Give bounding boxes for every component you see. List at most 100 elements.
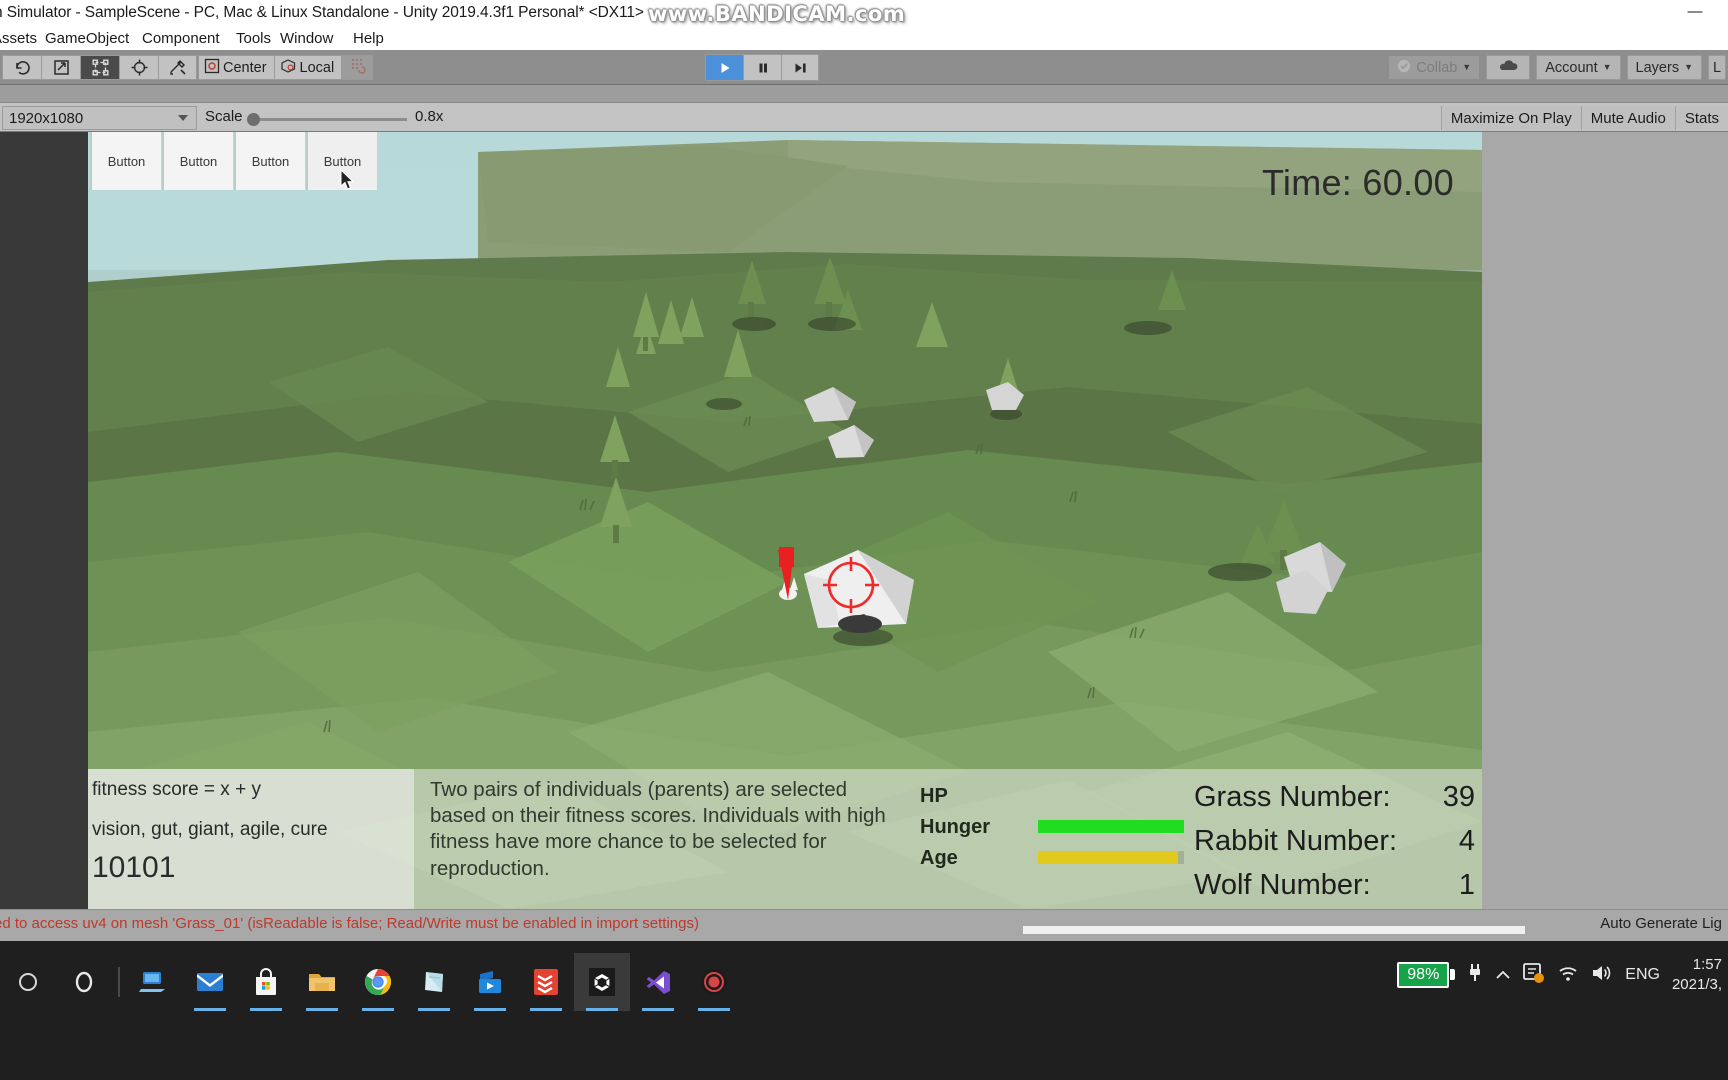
description-text: Two pairs of individuals (parents) are s… xyxy=(430,778,886,880)
running-indicator xyxy=(362,1008,394,1011)
transform-tools-group xyxy=(2,55,197,80)
layers-dropdown[interactable]: Layers ▼ xyxy=(1626,55,1702,80)
task-view-button[interactable] xyxy=(126,953,182,1011)
todoist-app[interactable] xyxy=(518,953,574,1011)
taskbar-divider xyxy=(118,967,120,997)
recording-app[interactable] xyxy=(686,953,742,1011)
language-indicator[interactable]: ENG xyxy=(1625,966,1660,984)
counter-label: Wolf Number: xyxy=(1194,869,1371,901)
grid-snapping-button[interactable] xyxy=(341,55,374,80)
chevron-down-icon: ▼ xyxy=(1462,62,1472,72)
start-button[interactable] xyxy=(0,953,56,1011)
window-minimize-button[interactable]: — xyxy=(1684,4,1706,20)
game-button-2[interactable]: Button xyxy=(162,132,233,190)
battery-indicator[interactable]: 98% xyxy=(1397,961,1456,988)
game-button-3[interactable]: Button xyxy=(234,132,305,190)
taskbar-icons xyxy=(0,953,742,1011)
volume-icon[interactable] xyxy=(1591,964,1613,985)
battery-percent: 98% xyxy=(1397,961,1450,988)
cloud-button[interactable] xyxy=(1486,55,1531,80)
auto-generate-lighting-label[interactable]: Auto Generate Lig xyxy=(1600,915,1722,932)
show-hidden-icons-chevron[interactable] xyxy=(1495,966,1511,984)
mute-audio-toggle[interactable]: Mute Audio xyxy=(1580,106,1675,130)
clock-date: 2021/3, xyxy=(1671,975,1722,993)
unity-app[interactable] xyxy=(574,953,630,1011)
stat-bar-fill xyxy=(1038,820,1184,833)
sticky-notes-app[interactable] xyxy=(406,953,462,1011)
bandicam-watermark: www.BANDICAM.com xyxy=(648,2,906,26)
system-tray: 98% ENG 1:57 2021/3, xyxy=(1397,955,1728,994)
menu-item-gameobject[interactable]: GameObject xyxy=(45,30,129,47)
running-indicator xyxy=(194,1008,226,1011)
layout-dropdown[interactable]: L xyxy=(1708,55,1726,80)
window-title: n Simulator - SampleScene - PC, Mac & Li… xyxy=(0,4,644,21)
stat-label: Age xyxy=(920,847,958,869)
scale-slider-track[interactable] xyxy=(252,118,407,121)
google-chrome-app[interactable] xyxy=(350,953,406,1011)
menu-item-assets[interactable]: Assets xyxy=(0,30,37,47)
resolution-dropdown[interactable]: 1920x1080 xyxy=(2,106,197,130)
time-display: Time: 60.00 xyxy=(1261,162,1454,203)
gene-names: vision, gut, giant, agile, cure xyxy=(92,819,328,840)
status-scrollbar[interactable] xyxy=(1023,926,1525,934)
counter-row: Wolf Number: 1 xyxy=(1194,869,1479,909)
menu-item-component[interactable]: Component xyxy=(142,30,220,47)
gene-code: 10101 xyxy=(92,851,176,884)
movies-tv-app[interactable] xyxy=(462,953,518,1011)
scale-slider-knob[interactable] xyxy=(247,113,260,126)
fitness-panel: fitness score = x + y vision, gut, giant… xyxy=(88,769,414,909)
chevron-down-icon xyxy=(178,115,188,121)
status-bar: ed to access uv4 on mesh 'Grass_01' (isR… xyxy=(0,909,1728,941)
stat-label: Hunger xyxy=(920,816,990,838)
microsoft-store-app[interactable] xyxy=(238,953,294,1011)
game-button-1[interactable]: Button xyxy=(90,132,161,190)
cloud-icon xyxy=(1497,59,1519,77)
visual-studio-app[interactable] xyxy=(630,953,686,1011)
scale-tool-button[interactable] xyxy=(41,55,80,80)
counter-value: 39 xyxy=(1442,781,1475,813)
cube-icon xyxy=(280,58,297,78)
pivot-icon xyxy=(204,58,220,78)
mail-app[interactable] xyxy=(182,953,238,1011)
action-center-icon[interactable] xyxy=(1523,963,1545,986)
pivot-mode-label: Center xyxy=(223,59,267,76)
game-view-controls-strip: 1920x1080 Scale 0.8x Maximize On Play Mu… xyxy=(0,102,1728,132)
power-plug-icon[interactable] xyxy=(1467,963,1483,986)
pivot-space-group: Center Local xyxy=(198,55,374,80)
space-mode-button[interactable]: Local xyxy=(273,55,342,80)
clock[interactable]: 1:57 2021/3, xyxy=(1672,955,1722,994)
window-titlebar: n Simulator - SampleScene - PC, Mac & Li… xyxy=(0,0,1728,28)
running-indicator xyxy=(418,1008,450,1011)
status-error-message[interactable]: ed to access uv4 on mesh 'Grass_01' (isR… xyxy=(0,915,699,932)
cortana-button[interactable] xyxy=(56,953,112,1011)
scale-value: 0.8x xyxy=(415,108,444,125)
pause-button[interactable] xyxy=(743,54,781,81)
menu-item-window[interactable]: Window xyxy=(280,30,333,47)
step-button[interactable] xyxy=(781,54,819,81)
resolution-label: 1920x1080 xyxy=(9,109,84,127)
account-button[interactable]: Account ▼ xyxy=(1536,55,1621,80)
screen: n Simulator - SampleScene - PC, Mac & Li… xyxy=(0,0,1728,1080)
wifi-icon[interactable] xyxy=(1557,964,1579,985)
rotate-tool-button[interactable] xyxy=(2,55,41,80)
collab-button[interactable]: Collab ▼ xyxy=(1388,55,1481,80)
rect-transform-tool-button[interactable] xyxy=(80,55,119,80)
pivot-mode-button[interactable]: Center xyxy=(198,55,274,80)
clock-time: 1:57 xyxy=(1692,956,1722,973)
transform-tool-button[interactable] xyxy=(119,55,158,80)
counter-label: Rabbit Number: xyxy=(1194,825,1398,857)
running-indicator xyxy=(474,1008,506,1011)
collab-label: Collab xyxy=(1416,59,1458,76)
space-mode-label: Local xyxy=(299,59,335,76)
info-panel: fitness score = x + y vision, gut, giant… xyxy=(88,769,1482,909)
file-explorer-app[interactable] xyxy=(294,953,350,1011)
menu-item-tools[interactable]: Tools xyxy=(236,30,271,47)
maximize-on-play-toggle[interactable]: Maximize On Play xyxy=(1440,106,1581,130)
play-button[interactable] xyxy=(705,54,743,81)
game-view[interactable]: Button Button Button Button Time: 60.00 fit… xyxy=(88,132,1482,909)
custom-editor-tool-button[interactable] xyxy=(158,55,197,80)
stats-toggle[interactable]: Stats xyxy=(1674,106,1728,130)
stat-label: HP xyxy=(920,785,948,807)
mouse-cursor xyxy=(340,168,356,196)
menu-item-help[interactable]: Help xyxy=(353,30,384,47)
